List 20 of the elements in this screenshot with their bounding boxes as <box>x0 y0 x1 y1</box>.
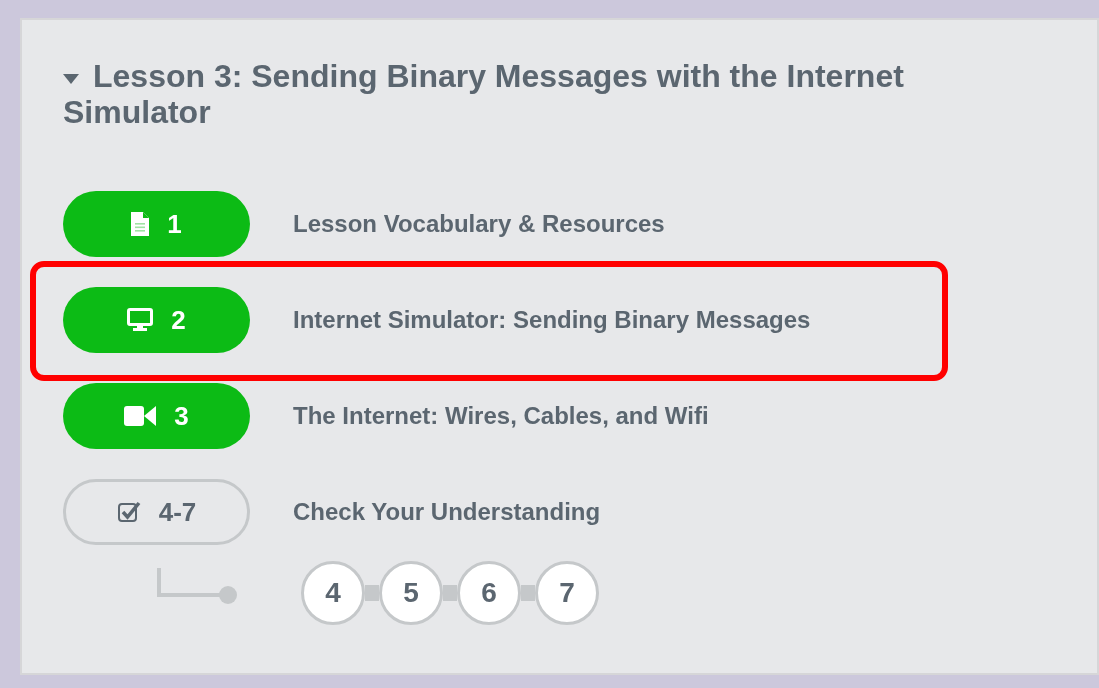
document-icon <box>131 212 150 236</box>
checkbox-icon <box>116 500 141 524</box>
connector-bar <box>365 585 379 601</box>
sublevel-bubble[interactable]: 4 <box>301 561 365 625</box>
level-pill-button[interactable]: 4-7 <box>63 479 250 545</box>
level-pill-button[interactable]: 2 <box>63 287 250 353</box>
connector-bar <box>443 585 457 601</box>
sublevel-bubble[interactable]: 5 <box>379 561 443 625</box>
level-pill-button[interactable]: 3 <box>63 383 250 449</box>
level-pill-button[interactable]: 1 <box>63 191 250 257</box>
connector-bar <box>521 585 535 601</box>
level-link[interactable]: Lesson Vocabulary & Resources <box>293 206 665 242</box>
monitor-icon <box>127 308 154 332</box>
sublevel-bubble[interactable]: 6 <box>457 561 521 625</box>
sublevel-bubble[interactable]: 7 <box>535 561 599 625</box>
level-link[interactable]: The Internet: Wires, Cables, and Wifi <box>293 398 709 434</box>
level-link[interactable]: Internet Simulator: Sending Binary Messages <box>293 302 811 338</box>
level-link[interactable]: Check Your Understanding <box>293 494 601 530</box>
video-camera-icon <box>124 405 157 427</box>
lesson-title[interactable]: Lesson 3: Sending Binary Messages with the Internet Simulator <box>63 58 1053 130</box>
